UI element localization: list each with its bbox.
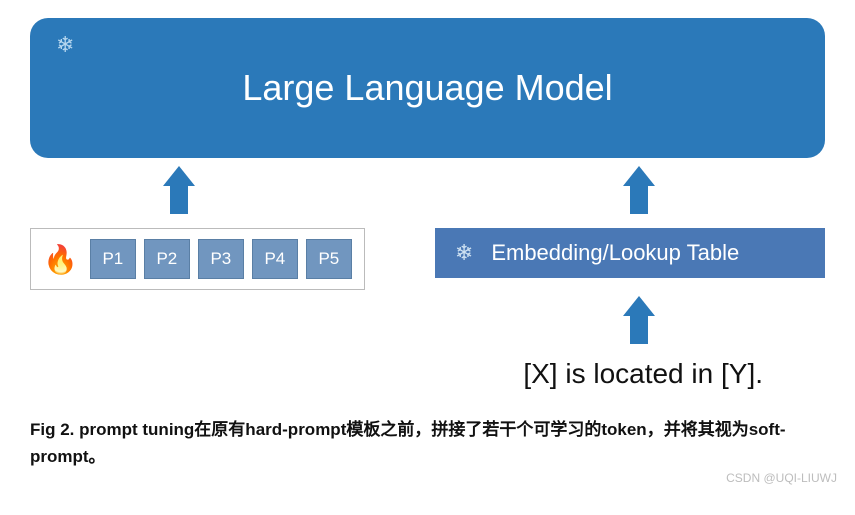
soft-prompt-box: 🔥 P1 P2 P3 P4 P5 (30, 228, 365, 290)
arrow-up-icon (623, 166, 655, 186)
middle-row: 🔥 P1 P2 P3 P4 P5 ❄ Embedding/Lookup Tabl… (30, 228, 825, 290)
watermark: CSDN @UQI-LIUWJ (726, 471, 837, 485)
prompt-token: P4 (252, 239, 298, 279)
prompt-token: P5 (306, 239, 352, 279)
snowflake-icon: ❄ (455, 240, 473, 266)
arrows-row-upper (30, 166, 825, 186)
arrow-up-icon (163, 166, 195, 186)
embedding-box: ❄ Embedding/Lookup Table (435, 228, 825, 278)
embedding-label: Embedding/Lookup Table (491, 240, 739, 266)
arrow-up-icon (623, 296, 655, 316)
fire-icon: 🔥 (43, 243, 78, 276)
llm-box: ❄ Large Language Model (30, 18, 825, 158)
prompt-token: P2 (144, 239, 190, 279)
figure-caption: Fig 2. prompt tuning在原有hard-prompt模板之前，拼… (30, 416, 825, 470)
input-template-text: [X] is located in [Y]. (523, 358, 763, 390)
llm-title: Large Language Model (242, 67, 612, 109)
arrows-row-lower (30, 296, 825, 316)
snowflake-icon: ❄ (56, 32, 74, 58)
template-row: [X] is located in [Y]. (30, 358, 825, 390)
prompt-token: P3 (198, 239, 244, 279)
prompt-token: P1 (90, 239, 136, 279)
